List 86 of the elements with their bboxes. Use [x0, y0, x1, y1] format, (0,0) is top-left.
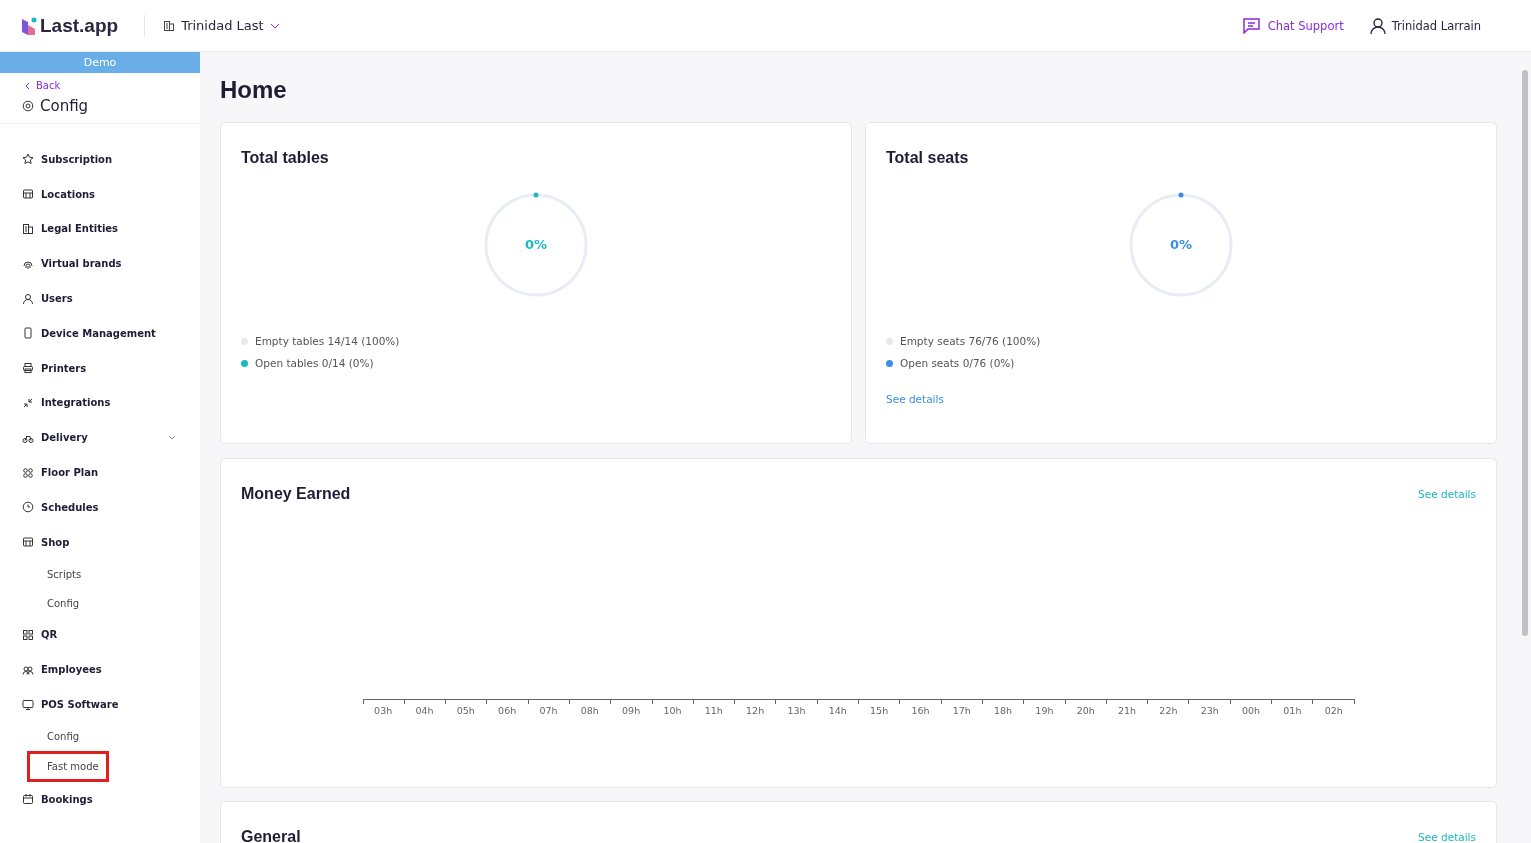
monitor-icon [22, 698, 34, 711]
axis-label: 23h [1199, 705, 1220, 716]
axis-label: 11h [703, 705, 724, 716]
axis-label: 05h [455, 705, 476, 716]
user-icon [22, 292, 34, 305]
users-icon [22, 663, 34, 676]
calendar-icon [22, 793, 34, 806]
legend-label: Empty seats 76/76 (100%) [900, 335, 1041, 347]
back-link[interactable]: Back [24, 80, 61, 91]
settings-icon [22, 100, 34, 112]
legend-label: Open seats 0/76 (0%) [900, 357, 1015, 369]
logo-text: Last.app [40, 14, 119, 37]
circles-grid-icon [22, 466, 34, 479]
axis-label: 13h [786, 705, 807, 716]
sidebar-item[interactable]: Subscription [0, 142, 200, 177]
axis-label: 03h [373, 705, 394, 716]
percent-label: 0% [524, 237, 548, 252]
user-icon [1369, 17, 1386, 34]
sidebar-item[interactable]: Locations [0, 176, 200, 212]
chevron-down-icon [269, 21, 280, 30]
printer-icon [22, 362, 34, 375]
card-title: General [241, 828, 301, 843]
axis-label: 09h [621, 705, 642, 716]
sidebar-subitem[interactable]: Config [27, 588, 109, 618]
sidebar-subitem[interactable]: Scripts [27, 559, 109, 589]
axis-label: 00h [1241, 705, 1262, 716]
chevron-left-icon [24, 81, 30, 90]
location-selector[interactable]: Trinidad Last [163, 18, 280, 33]
card-title: Money Earned [241, 485, 351, 503]
axis-label: 07h [538, 705, 559, 716]
axis-label: 15h [869, 705, 890, 716]
phone-icon [22, 327, 34, 340]
sidebar-item[interactable]: Floor Plan [0, 455, 200, 490]
sidebar-item[interactable]: Users [0, 281, 200, 316]
sidebar-item[interactable]: Delivery [0, 420, 200, 456]
axis-label: 06h [497, 705, 518, 716]
axis-label: 22h [1158, 705, 1179, 716]
axis-label: 10h [662, 705, 683, 716]
sidebar-item[interactable]: Device Management [0, 316, 200, 351]
building-icon [163, 19, 176, 32]
star-icon [22, 153, 34, 166]
axis-label: 19h [1034, 705, 1055, 716]
legend-label: Open tables 0/14 (0%) [255, 357, 374, 369]
axis-label: 20h [1075, 705, 1096, 716]
sidebar-item[interactable]: POS Software [0, 687, 200, 722]
axis-label: 04h [414, 705, 435, 716]
axis-label: 12h [745, 705, 766, 716]
page-title: Home [220, 76, 288, 104]
sidebar-item[interactable]: Virtual brands [0, 246, 200, 282]
building-icon [22, 223, 34, 235]
axis-label: 21h [1117, 705, 1138, 716]
axis-label: 08h [579, 705, 600, 716]
axis-label: 16h [910, 705, 931, 716]
arrows-icon [22, 396, 34, 409]
qr-code-icon [22, 628, 34, 641]
sidebar-item[interactable]: Legal Entities [0, 211, 200, 247]
axis-label: 01h [1282, 705, 1303, 716]
store-icon [22, 536, 34, 549]
axis-label: 18h [993, 705, 1014, 716]
axis-label: 17h [951, 705, 972, 716]
chat-icon [1242, 17, 1260, 34]
chevron-down-icon[interactable] [168, 434, 176, 441]
sidebar-subitem[interactable]: Config [27, 721, 109, 751]
sidebar-item[interactable]: Employees [0, 652, 200, 688]
axis-label: 14h [827, 705, 848, 716]
logo-icon [22, 16, 38, 35]
card-title: Total tables [241, 149, 330, 167]
demo-banner: Demo [0, 52, 200, 73]
sidebar-subitem[interactable]: Fast mode [27, 750, 109, 782]
see-details-link[interactable]: See details [886, 393, 944, 405]
card-title: Total seats [886, 149, 970, 167]
percent-label: 0% [1169, 237, 1193, 252]
user-menu[interactable]: Trinidad Larrain [1369, 17, 1481, 34]
sidebar-item[interactable]: Integrations [0, 385, 200, 421]
sidebar-item[interactable]: Schedules [0, 489, 200, 525]
clock-icon [22, 501, 34, 514]
scrollbar-thumb[interactable] [1522, 70, 1528, 636]
sidebar-item[interactable]: Bookings [0, 781, 200, 817]
sidebar-title: Config [40, 97, 89, 115]
store-icon [22, 188, 34, 201]
axis-label: 02h [1323, 705, 1344, 716]
legend-label: Empty tables 14/14 (100%) [255, 335, 400, 347]
sidebar-item[interactable]: Printers [0, 350, 200, 386]
sidebar-item[interactable]: QR [0, 617, 200, 653]
chat-support-button[interactable]: Chat Support [1242, 17, 1344, 34]
sidebar-item[interactable]: Shop [0, 524, 200, 560]
